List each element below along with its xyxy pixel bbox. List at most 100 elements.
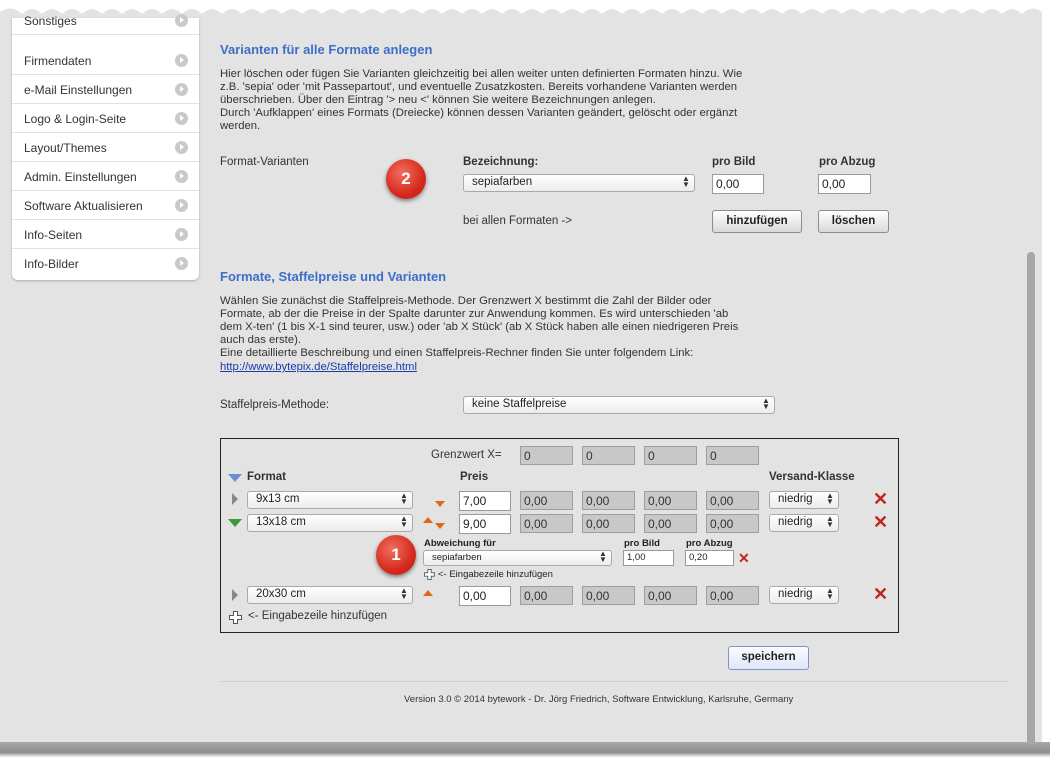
staffel-input[interactable]: 0,00 <box>706 514 759 533</box>
grenzwert-input-4[interactable]: 0 <box>706 446 759 465</box>
staffel-input[interactable]: 0,00 <box>582 514 635 533</box>
preis-input[interactable]: 7,00 <box>459 491 511 511</box>
description-line: Eine detaillierte Beschreibung und einen… <box>220 347 694 359</box>
description-line: Wählen Sie zunächst die Staffelpreis-Met… <box>220 295 712 307</box>
move-up-icon[interactable] <box>423 590 433 596</box>
format-select[interactable]: 13x18 cm ▲ ▼ <box>247 514 413 532</box>
variant-name-select[interactable]: sepiafarben ▲ ▼ <box>463 174 695 192</box>
delete-row-icon[interactable]: ✕ <box>873 513 888 531</box>
sub-add-line-label[interactable]: <- Eingabezeile hinzufügen <box>438 569 553 580</box>
updown-arrows-icon: ▲ ▼ <box>762 396 770 411</box>
sidebar-item-info-bilder[interactable]: Info-Bilder <box>12 249 199 278</box>
bezeichnung-header: Bezeichnung: <box>463 156 539 168</box>
sidebar-item-admin-einstellungen[interactable]: Admin. Einstellungen <box>12 162 199 191</box>
sidebar-item-label: Software Aktualisieren <box>24 199 143 213</box>
add-line-plus-icon[interactable] <box>229 611 242 624</box>
delete-sub-row-icon[interactable]: ✕ <box>738 551 750 565</box>
chevron-right-icon <box>175 141 188 154</box>
expand-row-icon[interactable] <box>232 493 238 505</box>
chevron-right-icon <box>175 199 188 212</box>
staffel-input[interactable]: 0,00 <box>520 586 573 605</box>
delete-row-icon[interactable]: ✕ <box>873 490 888 508</box>
staffel-input[interactable]: 0,00 <box>582 586 635 605</box>
versand-select[interactable]: niedrig ▲ ▼ <box>769 514 839 532</box>
format-select-value: 13x18 cm <box>256 516 306 528</box>
preis-column-header: Preis <box>460 471 489 483</box>
format-select[interactable]: 9x13 cm ▲ ▼ <box>247 491 413 509</box>
description-line: auch das erste). <box>220 334 302 346</box>
sidebar-item-email-einstellungen[interactable]: e-Mail Einstellungen <box>12 75 199 104</box>
staffel-input[interactable]: 0,00 <box>644 514 697 533</box>
add-line-plus-icon[interactable] <box>424 569 435 580</box>
delete-variant-button[interactable]: löschen <box>818 210 889 233</box>
format-variants-label: Format-Varianten <box>220 156 309 168</box>
move-up-icon[interactable] <box>423 517 433 523</box>
sidebar-item-firmendaten[interactable]: Firmendaten <box>12 46 199 75</box>
abweichung-label: Abweichung für <box>424 538 496 549</box>
updown-arrows-icon: ▲ ▼ <box>826 491 834 506</box>
sub-pro-abzug-header: pro Abzug <box>686 538 733 549</box>
sidebar-item-label: Firmendaten <box>24 54 92 68</box>
description-line: Formate, ab der die Preise in der Spalte… <box>220 308 729 320</box>
pro-bild-header: pro Bild <box>712 156 756 168</box>
updown-arrows-icon: ▲ ▼ <box>826 514 834 529</box>
move-down-icon[interactable] <box>435 501 445 507</box>
versand-select-value: niedrig <box>778 493 813 505</box>
staffel-input[interactable]: 0,00 <box>706 586 759 605</box>
staffel-input[interactable]: 0,00 <box>520 491 573 510</box>
sidebar-item-label: e-Mail Einstellungen <box>24 83 133 97</box>
format-select[interactable]: 20x30 cm ▲ ▼ <box>247 586 413 604</box>
versand-select[interactable]: niedrig ▲ ▼ <box>769 586 839 604</box>
sub-variant-select[interactable]: sepiafarben ▲ ▼ <box>423 550 612 566</box>
grenzwert-label: Grenzwert X= <box>431 449 502 461</box>
sidebar-item-label: Logo & Login-Seite <box>24 112 127 126</box>
staffel-input[interactable]: 0,00 <box>706 491 759 510</box>
updown-arrows-icon: ▲ ▼ <box>400 514 408 529</box>
preis-input[interactable]: 0,00 <box>459 586 511 606</box>
staffel-input[interactable]: 0,00 <box>582 491 635 510</box>
updown-arrows-icon: ▲ ▼ <box>400 586 408 601</box>
staffel-input[interactable]: 0,00 <box>644 491 697 510</box>
grenzwert-input-2[interactable]: 0 <box>582 446 635 465</box>
sub-pro-abzug-input[interactable]: 0,20 <box>685 550 734 566</box>
staffel-input[interactable]: 0,00 <box>644 586 697 605</box>
formats-description: Wählen Sie zunächst die Staffelpreis-Met… <box>220 295 840 360</box>
versand-select-value: niedrig <box>778 516 813 528</box>
sidebar-item-label: Info-Bilder <box>24 257 79 271</box>
versand-select[interactable]: niedrig ▲ ▼ <box>769 491 839 509</box>
sidebar-item-sonstiges[interactable]: Sonstiges <box>12 6 199 35</box>
scrollbar-thumb[interactable] <box>1027 252 1035 745</box>
expand-row-icon[interactable] <box>232 589 238 601</box>
staffel-input[interactable]: 0,00 <box>520 514 573 533</box>
sidebar-item-software-aktualisieren[interactable]: Software Aktualisieren <box>12 191 199 220</box>
sidebar-item-label: Info-Seiten <box>24 228 83 242</box>
move-down-icon[interactable] <box>435 523 445 529</box>
sub-pro-bild-input[interactable]: 1,00 <box>623 550 674 566</box>
updown-arrows-icon: ▲ ▼ <box>400 491 408 506</box>
chevron-right-icon <box>175 112 188 125</box>
grenzwert-input-3[interactable]: 0 <box>644 446 697 465</box>
sub-pro-bild-header: pro Bild <box>624 538 660 549</box>
variant-name-select-value: sepiafarben <box>472 176 533 188</box>
collapse-row-icon[interactable] <box>228 519 242 527</box>
staffelpreis-method-select[interactable]: keine Staffelpreise ▲ ▼ <box>463 396 775 414</box>
add-line-label[interactable]: <- Eingabezeile hinzufügen <box>248 610 387 622</box>
chevron-right-icon <box>175 170 188 183</box>
preis-input[interactable]: 9,00 <box>459 514 511 534</box>
add-variant-button[interactable]: hinzufügen <box>712 210 802 233</box>
format-column-header: Format <box>247 471 286 483</box>
delete-row-icon[interactable]: ✕ <box>873 585 888 603</box>
staffelpreise-link[interactable]: http://www.bytepix.de/Staffelpreise.html <box>220 361 417 373</box>
variant-pro-bild-input[interactable]: 0,00 <box>712 174 764 194</box>
grenzwert-input-1[interactable]: 0 <box>520 446 573 465</box>
description-line: dem X-ten' (1 bis X-1 sind teurer, usw.)… <box>220 321 739 333</box>
sidebar-item-logo-login[interactable]: Logo & Login-Seite <box>12 104 199 133</box>
sidebar-item-layout-themes[interactable]: Layout/Themes <box>12 133 199 162</box>
chevron-right-icon <box>175 228 188 241</box>
vertical-scrollbar[interactable] <box>1022 20 1040 745</box>
sidebar-item-info-seiten[interactable]: Info-Seiten <box>12 220 199 249</box>
updown-arrows-icon: ▲ ▼ <box>599 549 607 564</box>
save-button[interactable]: speichern <box>728 646 809 670</box>
collapse-all-icon[interactable] <box>228 474 242 482</box>
variant-pro-abzug-input[interactable]: 0,00 <box>818 174 871 194</box>
